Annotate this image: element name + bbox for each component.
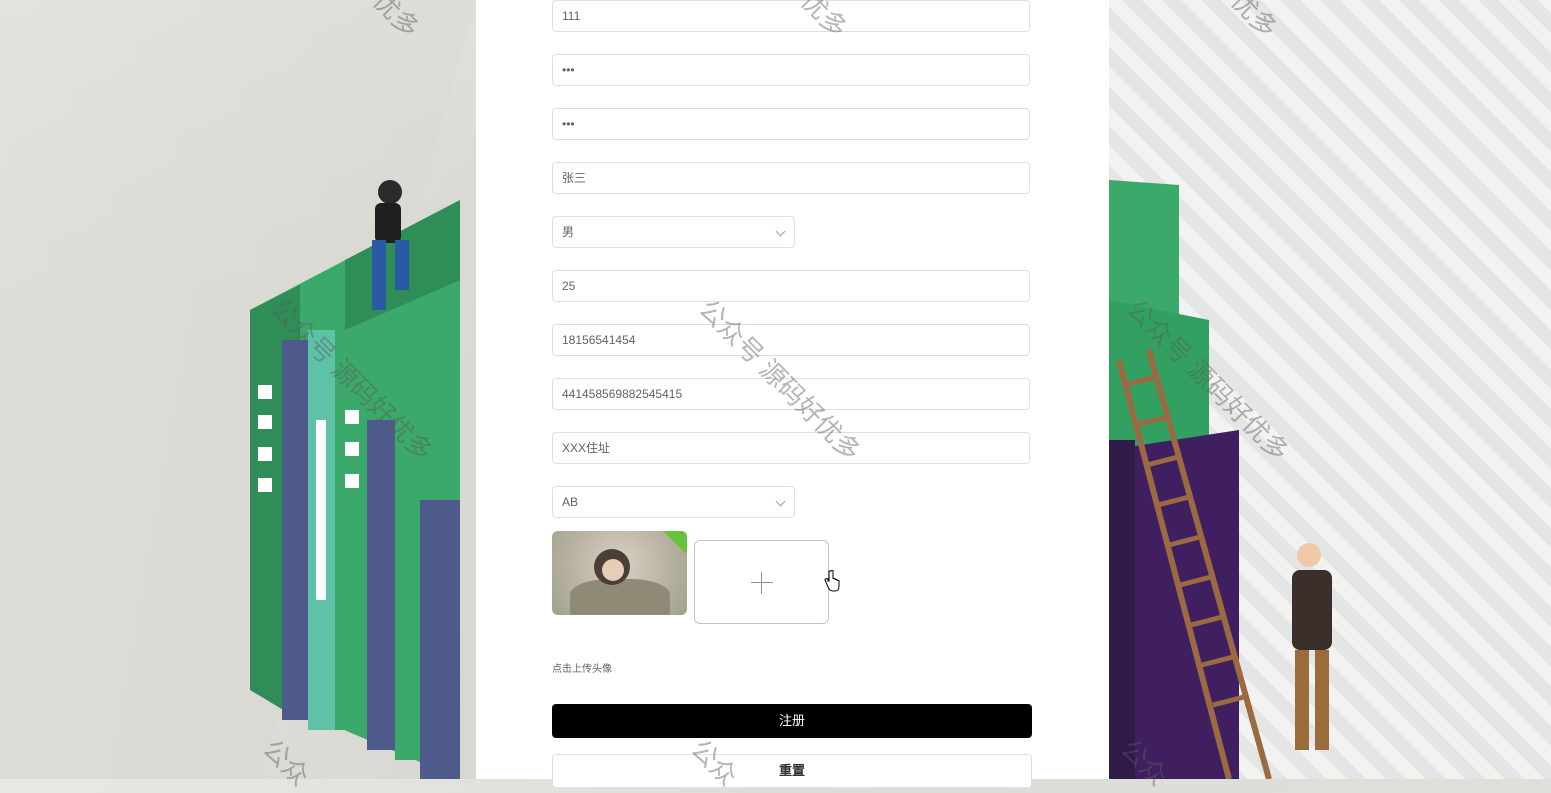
avatar-upload-hint: 点击上传头像: [552, 664, 612, 675]
id-card-input[interactable]: 441458569882545415: [552, 378, 1030, 410]
background-illustration-left: [0, 0, 476, 779]
avatar-upload-button[interactable]: [694, 540, 829, 624]
avatar-photo-coat: [570, 579, 670, 615]
chevron-down-icon: [775, 496, 786, 507]
reset-button[interactable]: 重置: [552, 754, 1032, 788]
age-input[interactable]: 25: [552, 270, 1030, 302]
address-input[interactable]: XXX住址: [552, 432, 1030, 464]
gender-select[interactable]: 男: [552, 216, 795, 248]
books-ladder-illustration-right: [1109, 180, 1332, 779]
register-button[interactable]: 注册: [552, 704, 1032, 738]
confirm-password-input[interactable]: •••: [552, 108, 1030, 140]
chevron-down-icon: [775, 226, 786, 237]
avatar-photo-face: [602, 559, 624, 581]
hand-pointer-icon: [824, 570, 840, 592]
phone-input[interactable]: 18156541454: [552, 324, 1030, 356]
blood-type-select[interactable]: AB: [552, 486, 795, 518]
uploaded-avatar-image[interactable]: [552, 531, 687, 615]
books-illustration-left: [0, 0, 476, 779]
username-input[interactable]: 111: [552, 0, 1030, 32]
check-badge-icon: [660, 531, 687, 554]
blood-type-select-value: AB: [562, 495, 579, 509]
plus-icon-vertical: [761, 572, 762, 594]
background-illustration-right: [1109, 0, 1551, 779]
gender-select-value: 男: [562, 225, 575, 239]
name-input[interactable]: 张三: [552, 162, 1030, 194]
register-panel: 111 ••• ••• 张三 男 25 18156541454 44145856…: [476, 0, 1109, 788]
password-input[interactable]: •••: [552, 54, 1030, 86]
plus-icon: [751, 582, 773, 583]
